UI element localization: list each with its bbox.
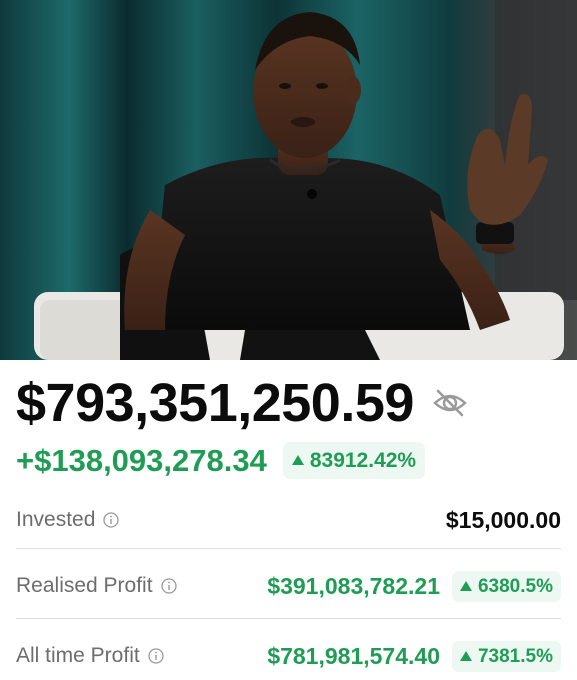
total-gain-row: +$138,093,278.34 83912.42% bbox=[16, 438, 426, 482]
total-gain: +$138,093,278.34 bbox=[16, 442, 267, 478]
total-gain-percent-badge: 83912.42% bbox=[282, 441, 426, 479]
invested-label: Invested bbox=[16, 508, 96, 531]
all-time-profit-percent: 7381.5% bbox=[477, 645, 553, 667]
info-icon[interactable] bbox=[103, 512, 120, 528]
total-balance: $793,351,250.59 bbox=[16, 373, 414, 433]
total-gain-percent: 83912.42% bbox=[309, 448, 417, 472]
info-icon[interactable] bbox=[148, 648, 164, 664]
divider bbox=[16, 618, 561, 619]
realised-profit-percent-badge: 6380.5% bbox=[451, 570, 561, 602]
triangle-up-icon bbox=[459, 581, 472, 591]
balance-row: $793,351,250.59 bbox=[16, 368, 561, 438]
all-time-profit-label: All time Profit bbox=[16, 644, 140, 667]
triangle-up-icon bbox=[291, 455, 304, 465]
realised-profit-row: Realised Profit $391,083,782.21 6380.5% bbox=[16, 564, 561, 608]
triangle-up-icon bbox=[459, 651, 472, 661]
profile-photo bbox=[0, 0, 577, 360]
all-time-profit-row: All time Profit $781,981,574.40 7381.5% bbox=[16, 634, 561, 678]
realised-profit-value: $391,083,782.21 bbox=[267, 572, 440, 599]
realised-profit-percent: 6380.5% bbox=[477, 575, 553, 597]
info-icon[interactable] bbox=[160, 578, 177, 594]
invested-value: $15,000.00 bbox=[445, 506, 561, 533]
all-time-profit-percent-badge: 7381.5% bbox=[451, 640, 561, 672]
eye-off-icon[interactable] bbox=[430, 383, 470, 423]
all-time-profit-value: $781,981,574.40 bbox=[267, 642, 440, 669]
realised-profit-label: Realised Profit bbox=[16, 574, 153, 597]
invested-row: Invested $15,000.00 bbox=[16, 500, 561, 540]
divider bbox=[16, 548, 561, 549]
